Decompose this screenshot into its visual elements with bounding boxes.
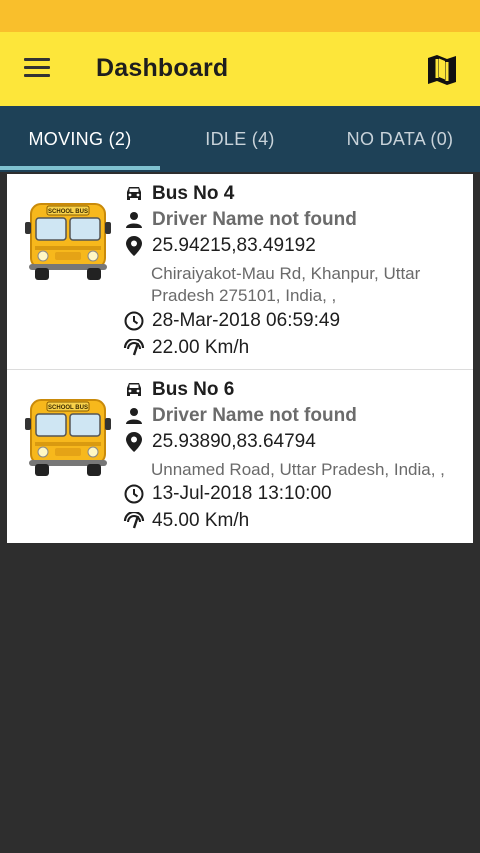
coordinates: 25.94215,83.49192 <box>152 235 316 256</box>
tab-indicator <box>0 166 160 170</box>
school-bus-icon: SCHOOL BUS <box>25 203 111 280</box>
tab-bar: MOVING (2) IDLE (4) NO DATA (0) <box>0 106 480 172</box>
status-bar <box>0 0 480 32</box>
bus-number-row: Bus No 4 <box>123 183 234 205</box>
datetime-row: 13-Jul-2018 13:10:00 <box>123 483 332 505</box>
driver-row: Driver Name not found <box>123 209 357 231</box>
datetime: 13-Jul-2018 13:10:00 <box>152 483 332 504</box>
vehicle-card[interactable]: SCHOOL BUS Bus No 6 Driver Name not foun… <box>7 370 473 543</box>
bus-number: Bus No 6 <box>152 379 235 400</box>
datetime-row: 28-Mar-2018 06:59:49 <box>123 310 340 332</box>
address: Chiraiyakot-Mau Rd, Khanpur, Uttar Prade… <box>151 264 421 305</box>
vehicle-card[interactable]: SCHOOL BUS Bus No 4 Driver Name not foun… <box>7 174 473 370</box>
person-icon <box>123 405 145 427</box>
toolbar: Dashboard <box>0 32 480 106</box>
speed-row: 45.00 Km/h <box>123 510 249 532</box>
bus-number: Bus No 4 <box>152 183 235 204</box>
tab-no-data[interactable]: NO DATA (0) <box>320 106 480 172</box>
driver-name: Driver Name not found <box>152 405 357 426</box>
address: Unnamed Road, Uttar Pradesh, India, , <box>151 460 445 479</box>
map-icon[interactable] <box>422 50 462 90</box>
car-icon <box>123 379 145 401</box>
bus-number-row: Bus No 6 <box>123 379 234 401</box>
bus-sign: SCHOOL BUS <box>48 209 88 215</box>
clock-icon <box>123 483 145 505</box>
speed-icon <box>123 337 145 359</box>
bus-sign: SCHOOL BUS <box>48 405 88 411</box>
speed-icon <box>123 510 145 532</box>
location-pin-icon <box>123 431 145 453</box>
tab-idle[interactable]: IDLE (4) <box>160 106 320 172</box>
speed-row: 22.00 Km/h <box>123 337 249 359</box>
speed: 45.00 Km/h <box>152 510 250 531</box>
coords-row: 25.94215,83.49192 <box>123 235 316 257</box>
driver-row: Driver Name not found <box>123 405 357 427</box>
location-pin-icon <box>123 235 145 257</box>
coords-row: 25.93890,83.64794 <box>123 431 316 453</box>
person-icon <box>123 209 145 231</box>
speed: 22.00 Km/h <box>152 337 250 358</box>
datetime: 28-Mar-2018 06:59:49 <box>152 310 341 331</box>
tab-moving[interactable]: MOVING (2) <box>0 106 160 172</box>
car-icon <box>123 183 145 205</box>
clock-icon <box>123 310 145 332</box>
hamburger-menu-icon[interactable] <box>18 52 58 86</box>
page-title: Dashboard <box>96 54 229 82</box>
driver-name: Driver Name not found <box>152 209 357 230</box>
vehicle-list: SCHOOL BUS Bus No 4 Driver Name not foun… <box>7 174 473 543</box>
school-bus-icon: SCHOOL BUS <box>25 399 111 476</box>
coordinates: 25.93890,83.64794 <box>152 431 316 452</box>
